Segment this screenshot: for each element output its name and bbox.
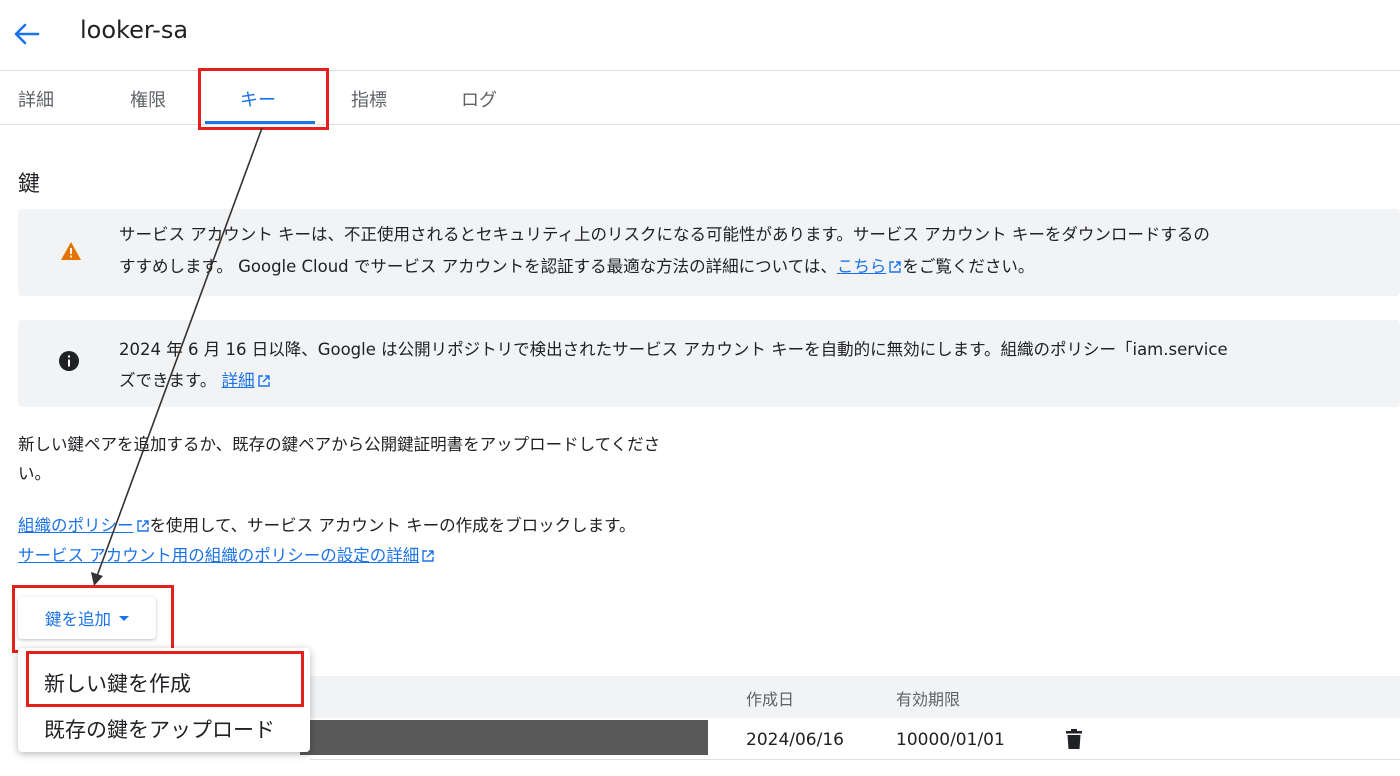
- redacted-key-id: [300, 720, 708, 755]
- policy-line1: 組織のポリシー を使用して、サービス アカウント キーの作成をブロックします。: [18, 512, 636, 540]
- warning-banner: サービス アカウント キーは、不正使用されるとセキュリティ上のリスクになる可能性…: [18, 209, 1400, 296]
- back-arrow-icon[interactable]: [12, 22, 40, 46]
- warning-text-line2: すすめします。 Google Cloud でサービス アカウントを認証する最適な…: [119, 252, 1400, 282]
- info-text-line2: ズできます。 詳細: [119, 366, 1400, 396]
- org-policy-link[interactable]: 組織のポリシー: [18, 516, 134, 535]
- external-link-icon: [422, 550, 434, 562]
- page-title: looker-sa: [80, 16, 189, 44]
- highlight-box-create-key: [26, 651, 304, 707]
- highlight-box-add-key: [12, 585, 174, 653]
- highlight-box-keys-tab: [198, 68, 329, 130]
- tab-details[interactable]: 詳細: [18, 86, 54, 112]
- key-created-date: 2024/06/16: [746, 730, 844, 750]
- tab-permissions[interactable]: 権限: [130, 86, 166, 112]
- info-text-before-link: ズできます。: [119, 371, 217, 390]
- description-line2: い。: [18, 464, 51, 483]
- here-link[interactable]: こちら: [837, 257, 887, 276]
- details-link[interactable]: 詳細: [222, 371, 255, 390]
- external-link-icon: [136, 520, 149, 532]
- warning-text-before-link: すすめします。 Google Cloud でサービス アカウントを認証する最適な…: [119, 257, 837, 276]
- warning-text-line1: サービス アカウント キーは、不正使用されるとセキュリティ上のリスクになる可能性…: [119, 225, 1210, 244]
- column-header-created: 作成日: [746, 690, 795, 709]
- warning-text-after-link: をご覧ください。: [902, 257, 1035, 276]
- info-text-line1: 2024 年 6 月 16 日以降、Google は公開リポジトリで検出されたサ…: [119, 340, 1228, 359]
- key-expiry-date: 10000/01/01: [896, 730, 1005, 750]
- external-link-icon: [257, 375, 270, 387]
- info-icon: [59, 351, 79, 371]
- info-banner: 2024 年 6 月 16 日以降、Google は公開リポジトリで検出されたサ…: [18, 320, 1400, 407]
- section-title: 鍵: [18, 172, 41, 197]
- warning-icon: [61, 242, 81, 260]
- column-header-expires: 有効期限: [896, 690, 961, 709]
- policy-text: を使用して、サービス アカウント キーの作成をブロックします。: [149, 516, 636, 535]
- delete-icon[interactable]: [1066, 729, 1082, 749]
- tab-logs[interactable]: ログ: [461, 86, 497, 112]
- policy-line2: サービス アカウント用の組織のポリシーの設定の詳細: [18, 542, 435, 570]
- external-link-icon: [889, 261, 902, 273]
- tab-metrics[interactable]: 指標: [351, 86, 387, 112]
- keys-table-header: [310, 676, 1400, 718]
- description-line1: 新しい鍵ペアを追加するか、既存の鍵ペアから公開鍵証明書をアップロードしてくださ: [18, 435, 661, 454]
- table-row-divider: [310, 759, 1400, 760]
- menu-item-upload-existing-key[interactable]: 既存の鍵をアップロード: [44, 714, 275, 744]
- org-policy-details-link[interactable]: サービス アカウント用の組織のポリシーの設定の詳細: [18, 546, 419, 565]
